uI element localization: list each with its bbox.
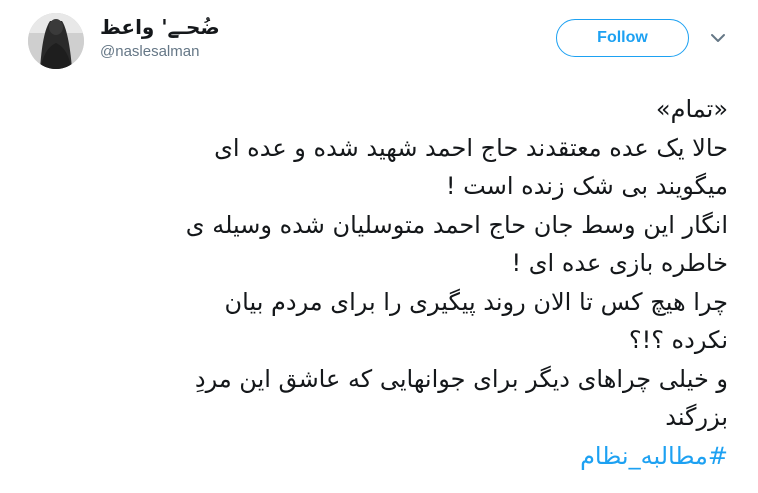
hashtag-link[interactable]: #مطالبه_نظام xyxy=(580,442,728,470)
tweet-line: خاطره بازی عده ای ! xyxy=(511,249,728,277)
tweet-header: ضُحـے' واعظ @naslesalman Follow xyxy=(0,0,758,90)
tweet-line: میگویند بی شک زنده است ! xyxy=(445,172,728,200)
tweet-line: نکرده ؟!؟ xyxy=(628,326,728,354)
avatar-image xyxy=(28,13,84,69)
display-name[interactable]: ضُحـے' واعظ xyxy=(100,14,400,40)
avatar[interactable] xyxy=(28,13,84,69)
tweet-line: «تمام» xyxy=(655,95,728,123)
user-handle[interactable]: @naslesalman xyxy=(100,42,400,62)
user-info[interactable]: ضُحـے' واعظ @naslesalman xyxy=(100,14,400,62)
tweet-line: انگار این وسط جان حاج احمد متوسلیان شده … xyxy=(185,210,728,239)
tweet-line: و خیلی چراهای دیگر برای جوانهایی که عاشق… xyxy=(194,364,728,393)
chevron-down-icon[interactable] xyxy=(710,32,726,44)
tweet-line: حالا یک عده معتقدند حاج احمد شهید شده و … xyxy=(214,133,728,162)
tweet-line: بزرگند xyxy=(665,403,728,431)
tweet-text: «تمام» حالا یک عده معتقدند حاج احمد شهید… xyxy=(38,90,728,475)
tweet-line: چرا هیچ کس تا الان روند پیگیری را برای م… xyxy=(224,287,728,316)
follow-button[interactable]: Follow xyxy=(556,19,689,57)
